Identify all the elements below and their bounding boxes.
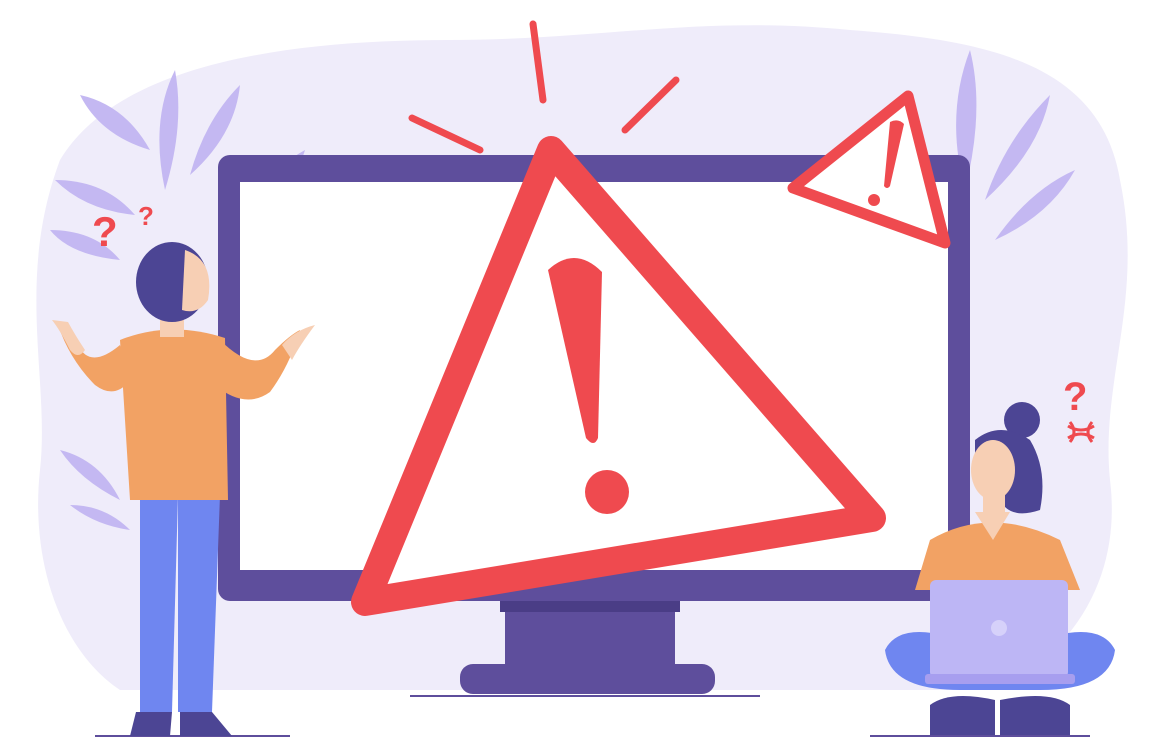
left-leg — [140, 495, 178, 712]
torso-shirt — [120, 329, 228, 500]
question-mark-3: ? — [1063, 375, 1087, 419]
question-mark-2: ? — [138, 201, 154, 231]
error-warning-illustration: ? ? ? — [36, 20, 1128, 737]
exclamation-dot — [585, 470, 629, 514]
left-shoe — [130, 712, 172, 736]
laptop-logo-icon — [991, 620, 1007, 636]
question-mark-1: ? — [92, 208, 118, 255]
right-shoe — [180, 712, 232, 736]
